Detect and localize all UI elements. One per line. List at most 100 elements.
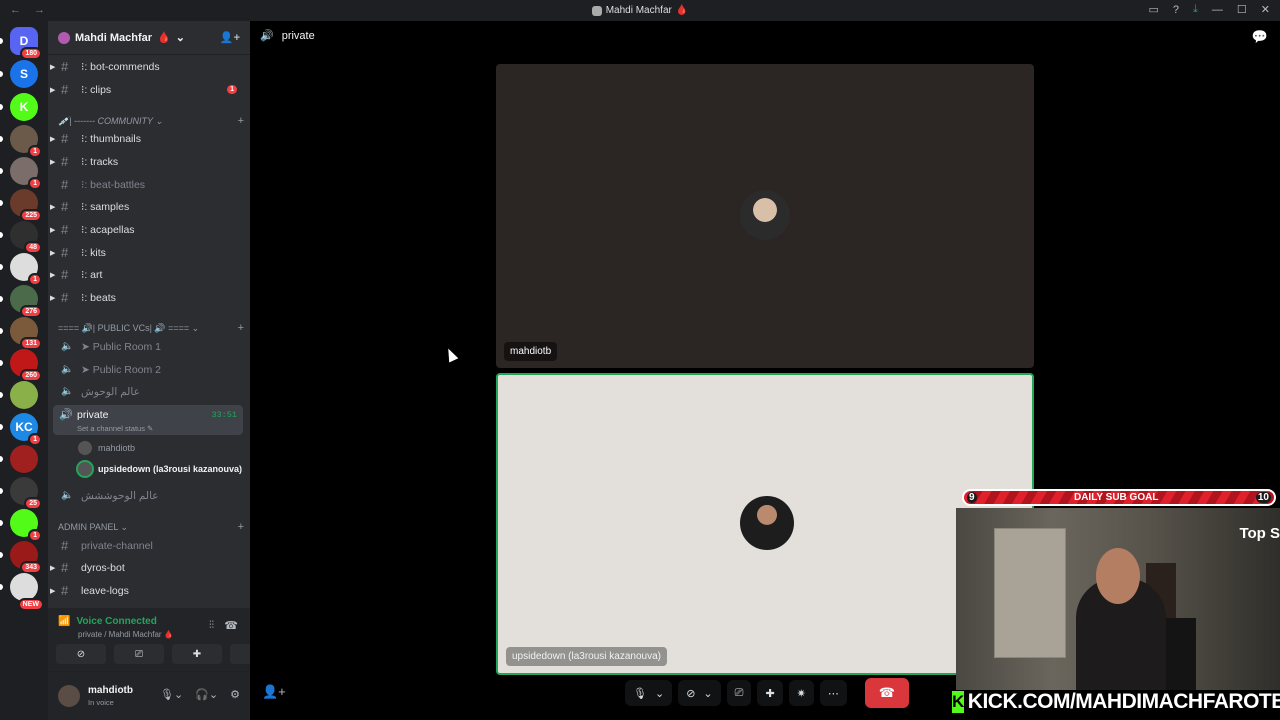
text-channel[interactable]: ▶ # ⁝: bot-commends (50, 56, 243, 77)
voice-channel-sub[interactable]: private / Mahdi Machfar 🩸 (78, 630, 174, 639)
server-icon[interactable]: S (10, 60, 38, 88)
avatar (740, 496, 794, 550)
server-icon[interactable] (10, 381, 38, 409)
participant-tile[interactable]: mahdiotb (496, 64, 1034, 368)
server-icon[interactable]: 25 (10, 477, 42, 510)
phone-hangup-icon: ☎ (878, 685, 895, 700)
voice-user-name: mahdiotb (98, 443, 136, 453)
server-icon[interactable]: KC 1 (10, 413, 42, 446)
add-people-icon[interactable]: 👤+ (262, 684, 286, 700)
noise-suppression-icon[interactable]: ⫶⫶ (209, 620, 214, 631)
inbox-icon[interactable]: ▭ (1149, 3, 1159, 16)
camera-off-icon: ⊘ (76, 648, 86, 660)
mic-icon[interactable]: 🎙⌄ (160, 688, 183, 701)
activities-button[interactable]: ✚ (172, 644, 222, 664)
chat-icon[interactable]: 💬 (1252, 29, 1268, 45)
disconnect-button[interactable]: ☎ (864, 678, 909, 708)
sub-goal-current: 9 (967, 492, 977, 503)
expand-icon[interactable]: ▶ (50, 203, 55, 211)
text-channel[interactable]: ▶ # dyros-bot (50, 557, 243, 578)
hash-icon: # (61, 154, 69, 169)
server-icon[interactable]: 225 (10, 189, 42, 222)
text-channel[interactable]: ▶ # leave-logs (50, 580, 243, 601)
expand-icon[interactable]: ▶ (50, 271, 55, 279)
close-icon[interactable]: ✕ (1261, 3, 1270, 16)
server-icon[interactable]: D 180 (10, 27, 42, 60)
expand-icon[interactable]: ▶ (50, 294, 55, 302)
avatar[interactable] (58, 685, 80, 707)
maximize-icon[interactable]: ☐ (1237, 3, 1247, 16)
invite-icon[interactable]: 👤+ (220, 31, 240, 44)
server-icon[interactable] (10, 445, 38, 473)
nav-arrows[interactable]: ← → (10, 4, 50, 16)
server-icon[interactable]: 260 (10, 349, 42, 382)
category-label: 💉| ------- COMMUNITY ⌄ (58, 115, 163, 126)
channel-category[interactable]: ADMIN PANEL ⌄ + (58, 520, 244, 534)
disconnect-icon[interactable]: ☎ (224, 619, 238, 632)
expand-icon[interactable]: ▶ (50, 226, 55, 234)
server-icon[interactable]: 343 (10, 541, 42, 574)
voice-channel[interactable]: 🔈 عالم الوحوش (53, 381, 243, 402)
hash-icon: # (61, 245, 69, 260)
channel-name: ⁝: clips (81, 83, 112, 96)
server-icon[interactable]: NEW (10, 573, 44, 611)
share-screen-button[interactable]: ⎚ (114, 644, 164, 664)
server-icon[interactable]: 48 (10, 221, 42, 254)
create-channel-icon[interactable]: + (238, 115, 244, 127)
text-channel[interactable]: ▶ # ⁝: thumbnails (50, 128, 243, 149)
webcam-overlay: Top S (956, 508, 1280, 690)
gear-icon[interactable]: ⚙ (230, 688, 240, 701)
voice-user[interactable]: upsidedown (la3rousi kazanouva) (78, 459, 242, 479)
guild-header[interactable]: Mahdi Machfar 🩸 ⌄ 👤+ (48, 21, 250, 55)
voice-channel-private[interactable]: 🔊 private 33:51 Set a channel status ✎ (53, 405, 243, 435)
server-icon[interactable]: 131 (10, 317, 42, 350)
text-channel[interactable]: ▶ # ⁝: art (50, 264, 243, 285)
minimize-icon[interactable]: — (1212, 4, 1223, 16)
create-channel-icon[interactable]: + (238, 521, 244, 533)
user-controls: 🎙⌄ 🎧⌄ ⚙ (160, 688, 240, 701)
expand-icon[interactable]: ▶ (50, 587, 55, 595)
text-channel[interactable]: # private-channel (53, 535, 243, 556)
server-icon[interactable]: 1 (10, 253, 42, 286)
expand-icon[interactable]: ▶ (50, 63, 55, 71)
soundboard-button[interactable]: ✷ (788, 680, 814, 706)
call-controls: 🎙 ⌄ ⊘ ⌄ ⎚ ✚ ✷ ⋯ ☎ (625, 677, 909, 709)
channel-category[interactable]: 💉| ------- COMMUNITY ⌄ + (58, 114, 244, 128)
create-channel-icon[interactable]: + (238, 322, 244, 334)
text-channel[interactable]: ▶ # ⁝: kits (50, 242, 243, 263)
text-channel[interactable]: ▶ # ⁝: clips 1 (50, 79, 243, 100)
unread-pill (0, 328, 3, 334)
mic-toggle[interactable]: 🎙 ⌄ (625, 680, 673, 706)
voice-channel[interactable]: 🔈 ➤ Public Room 1 (53, 336, 243, 357)
participant-tile-speaking[interactable]: upsidedown (la3rousi kazanouva) (496, 373, 1034, 675)
headphones-icon[interactable]: 🎧⌄ (195, 688, 218, 701)
user-name-block[interactable]: mahdiotb In voice (88, 685, 133, 707)
expand-icon[interactable]: ▶ (50, 158, 55, 166)
text-channel[interactable]: # ⁝: beat-battles (53, 174, 243, 195)
expand-icon[interactable]: ▶ (50, 249, 55, 257)
text-channel[interactable]: ▶ # ⁝: samples (50, 196, 243, 217)
server-icon[interactable]: 1 (10, 157, 42, 190)
voice-channel[interactable]: 🔈 ➤ Public Room 2 (53, 359, 243, 380)
server-icon[interactable]: 276 (10, 285, 42, 318)
text-channel[interactable]: ▶ # ⁝: tracks (50, 151, 243, 172)
camera-off-button[interactable]: ⊘ (56, 644, 106, 664)
hash-icon: # (61, 222, 69, 237)
expand-icon[interactable]: ▶ (50, 86, 55, 94)
server-icon[interactable]: 1 (10, 125, 42, 158)
server-icon[interactable]: K (10, 93, 38, 121)
server-icon[interactable]: 1 (10, 509, 42, 542)
download-icon[interactable]: ⤓ (1193, 3, 1198, 16)
screen-share-button[interactable]: ⎚ (726, 680, 752, 706)
text-channel[interactable]: ▶ # ⁝: acapellas (50, 219, 243, 240)
voice-user[interactable]: mahdiotb (78, 438, 135, 458)
text-channel[interactable]: ▶ # ⁝: beats (50, 287, 243, 308)
channel-category[interactable]: ==== 🔊| PUBLIC VCs| 🔊 ==== ⌄ + (58, 321, 244, 335)
camera-toggle[interactable]: ⊘ ⌄ (678, 680, 721, 706)
activities-button[interactable]: ✚ (757, 680, 783, 706)
expand-icon[interactable]: ▶ (50, 564, 55, 572)
expand-icon[interactable]: ▶ (50, 135, 55, 143)
more-button[interactable]: ⋯ (819, 680, 847, 706)
help-icon[interactable]: ? (1173, 4, 1179, 16)
voice-channel[interactable]: 🔈 عالم الوحوششش (53, 485, 243, 506)
